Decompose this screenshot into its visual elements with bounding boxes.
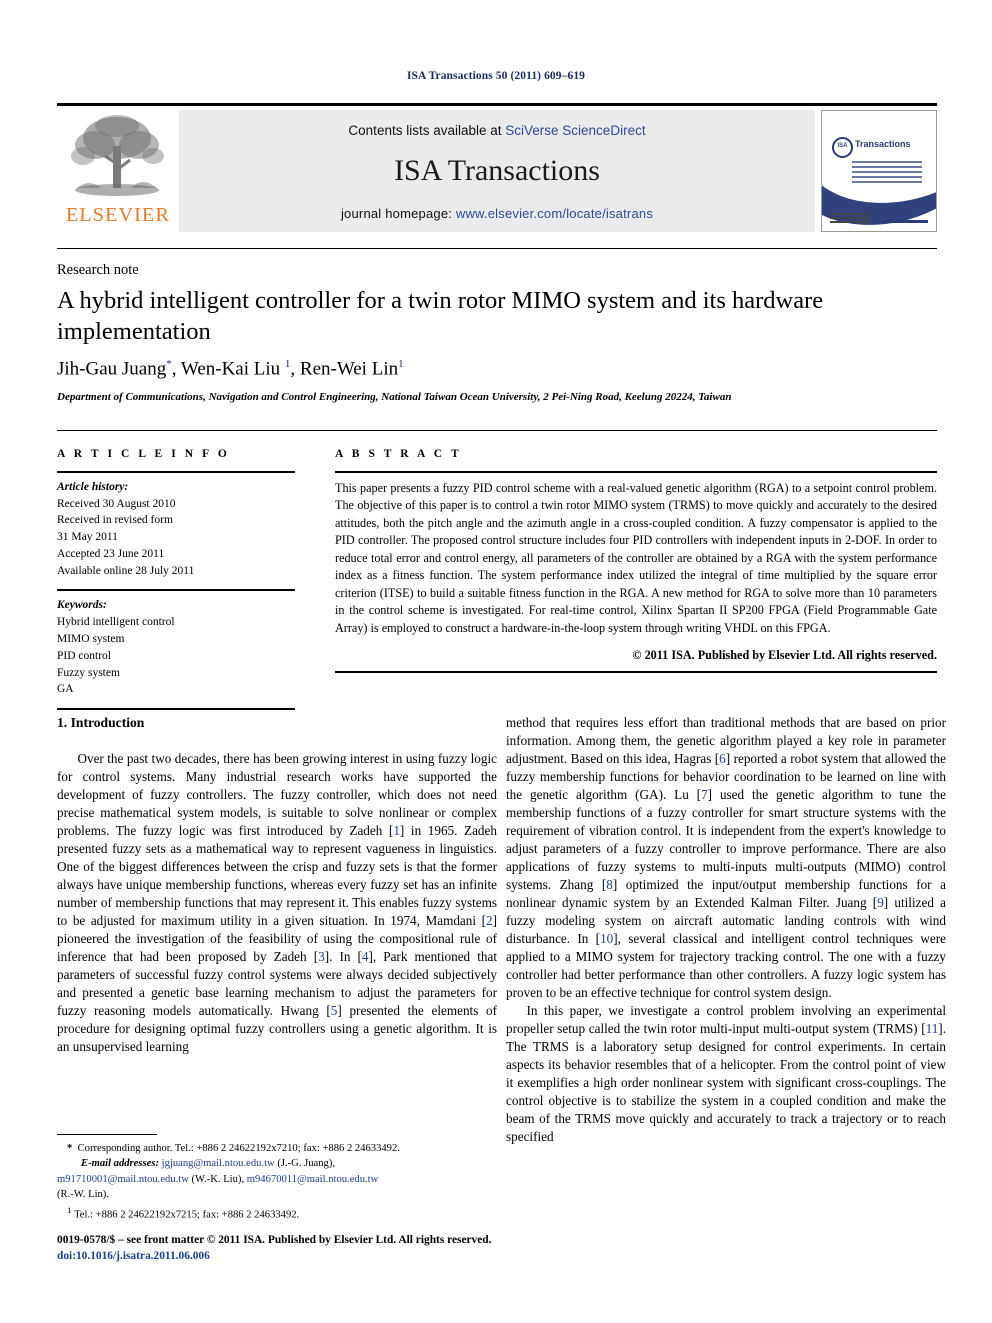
keyword-item: MIMO system <box>57 633 125 646</box>
keyword-item: PID control <box>57 649 111 662</box>
text-run: Tel.: +886 2 24622192x7215; fax: +886 2 … <box>74 1209 300 1221</box>
citation-ref[interactable]: 9 <box>877 895 884 910</box>
history-item: Received in revised form <box>57 514 173 527</box>
cover-text-lines <box>852 161 922 186</box>
text-run: ]. The TRMS is a laboratory setup design… <box>506 1021 946 1145</box>
article-history-label: Article history: <box>57 480 129 493</box>
citation-ref[interactable]: 3 <box>318 949 325 964</box>
keywords-label: Keywords: <box>57 599 107 612</box>
article-type-label: Research note <box>57 262 139 278</box>
citation-ref[interactable]: 7 <box>701 787 708 802</box>
email-link-3[interactable]: m94670011@mail.ntou.edu.tw <box>247 1174 378 1185</box>
paragraph: Over the past two decades, there has bee… <box>57 750 497 1056</box>
history-item: Received 30 August 2010 <box>57 497 176 510</box>
keyword-item: Fuzzy system <box>57 666 120 679</box>
cover-footer-lines <box>830 213 870 225</box>
journal-masthead: ELSEVIER Contents lists available at Sci… <box>57 103 937 234</box>
text-run: ]. In [ <box>324 948 362 964</box>
author-list: Jih-Gau Juang*, Wen-Kai Liu 1, Ren-Wei L… <box>57 358 404 380</box>
text-run: ] in 1965. Zadeh presented fuzzy sets as… <box>57 822 497 928</box>
homepage-prefix: journal homepage: <box>340 206 456 221</box>
text-run: Corresponding author. Tel.: +886 2 24622… <box>77 1143 400 1154</box>
email-owner-1: (J.-G. Juang), <box>277 1158 335 1170</box>
elsevier-logo: ELSEVIER <box>57 106 179 234</box>
running-head: ISA Transactions 50 (2011) 609–619 <box>406 70 586 82</box>
author-1: Jih-Gau Juang <box>57 358 167 380</box>
elsevier-wordmark: ELSEVIER <box>65 204 171 226</box>
abstract-rule-bottom <box>335 671 937 674</box>
text-run: In this paper, we investigate a control … <box>506 1003 946 1037</box>
journal-homepage-link[interactable]: www.elsevier.com/locate/isatrans <box>456 206 653 221</box>
journal-homepage-line: journal homepage: www.elsevier.com/locat… <box>179 206 815 221</box>
paragraph: method that requires less effort than tr… <box>506 714 946 1002</box>
author-affiliation: Department of Communications, Navigation… <box>57 391 732 403</box>
article-info-block: A R T I C L E I N F O Article history: R… <box>57 446 295 716</box>
citation-ref[interactable]: 8 <box>606 877 613 892</box>
footnote-divider <box>57 1134 157 1135</box>
author-2-footnote-marker[interactable]: 1 <box>285 358 291 370</box>
article-info-heading: A R T I C L E I N F O <box>57 448 230 460</box>
body-column-left: 1. Introduction Over the past two decade… <box>57 714 497 1056</box>
citation-ref[interactable]: 6 <box>719 751 726 766</box>
history-item: 31 May 2011 <box>57 531 118 544</box>
email-owner-2: (W.-K. Liu), <box>191 1173 245 1185</box>
author-3: Ren-Wei Lin <box>299 358 399 380</box>
author-2: Wen-Kai Liu <box>180 358 281 380</box>
email-link-1[interactable]: jgjuang@mail.ntou.edu.tw <box>162 1158 275 1169</box>
elsevier-tree-icon <box>71 115 164 196</box>
history-item: Accepted 23 June 2011 <box>57 547 165 560</box>
footnote-block: * Corresponding author. Tel.: +886 2 246… <box>57 1141 502 1223</box>
doi-link[interactable]: doi:10.1016/j.isatra.2011.06.006 <box>57 1248 657 1264</box>
abstract-section-divider <box>57 430 937 431</box>
abstract-rule-top <box>335 470 937 473</box>
article-info-rule <box>57 470 295 473</box>
footnote-emails-cont: m91710001@mail.ntou.edu.tw (W.-K. Liu), … <box>57 1172 502 1187</box>
contents-available-line: Contents lists available at SciVerse Sci… <box>179 123 815 138</box>
footnote-corresponding-author: * Corresponding author. Tel.: +886 2 246… <box>57 1141 502 1156</box>
citation-ref[interactable]: 2 <box>486 913 493 928</box>
issn-copyright-block: 0019-0578/$ – see front matter © 2011 IS… <box>57 1232 657 1264</box>
keywords-rule-bottom <box>57 708 295 711</box>
footnote-emails: E-mail addresses: jgjuang@mail.ntou.edu.… <box>57 1156 502 1171</box>
body-column-right: method that requires less effort than tr… <box>506 714 946 1146</box>
footnote-1-marker: 1 <box>67 1205 72 1215</box>
page-title: A hybrid intelligent controller for a tw… <box>57 287 824 345</box>
cover-footer-accent <box>882 220 928 223</box>
keyword-item: Hybrid intelligent control <box>57 616 175 629</box>
corresponding-author-marker[interactable]: * <box>166 358 172 370</box>
keywords-rule-top <box>57 589 295 592</box>
email-addresses-label: E-mail addresses: <box>81 1158 159 1170</box>
cover-journal-name: Transactions <box>855 139 911 149</box>
paragraph: In this paper, we investigate a control … <box>506 1002 946 1146</box>
footnote-email-owner-3: (R.-W. Lin). <box>57 1188 109 1200</box>
citation-ref[interactable]: 11 <box>926 1021 939 1036</box>
abstract-text: This paper presents a fuzzy PID control … <box>335 480 937 636</box>
citation-ref[interactable]: 10 <box>600 931 613 946</box>
issn-line: 0019-0578/$ – see front matter © 2011 IS… <box>57 1234 492 1246</box>
citation-ref[interactable]: 1 <box>393 823 400 838</box>
isa-logo-icon: ISA <box>832 137 853 158</box>
abstract-copyright: © 2011 ISA. Published by Elsevier Ltd. A… <box>632 647 937 662</box>
journal-banner: Contents lists available at SciVerse Sci… <box>179 110 815 232</box>
title-divider <box>57 248 937 249</box>
abstract-block: A B S T R A C T This paper presents a fu… <box>335 446 937 674</box>
keyword-item: GA <box>57 683 74 696</box>
contents-prefix: Contents lists available at <box>348 123 506 138</box>
footnote-1: 1 Tel.: +886 2 24622192x7215; fax: +886 … <box>57 1204 502 1223</box>
author-3-footnote-marker[interactable]: 1 <box>398 358 404 370</box>
sciencedirect-link[interactable]: SciVerse ScienceDirect <box>505 123 645 138</box>
paper-page: ISA Transactions 50 (2011) 609–619 ELSEV… <box>0 0 992 1323</box>
journal-cover-thumbnail: ISA Transactions <box>821 110 937 232</box>
journal-title: ISA Transactions <box>394 154 600 187</box>
history-item: Available online 28 July 2011 <box>57 564 195 577</box>
section-heading-introduction: 1. Introduction <box>57 715 145 730</box>
asterisk-marker: * <box>67 1143 73 1154</box>
email-link-2[interactable]: m91710001@mail.ntou.edu.tw <box>57 1174 189 1185</box>
abstract-heading: A B S T R A C T <box>335 448 462 460</box>
